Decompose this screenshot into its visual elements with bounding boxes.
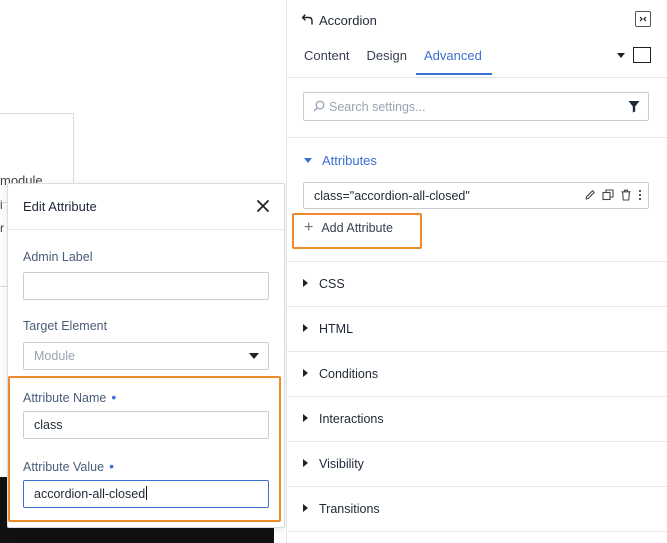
required-dot-icon: • (111, 389, 117, 405)
required-dot-icon: • (109, 458, 114, 474)
collapse-panel-button[interactable] (635, 11, 651, 27)
admin-label-input[interactable] (23, 272, 269, 300)
modal-title: Edit Attribute (23, 199, 97, 214)
attribute-item-actions (584, 189, 642, 201)
caret-down-icon[interactable] (617, 52, 625, 58)
tab-advanced[interactable]: Advanced (416, 48, 492, 75)
duplicate-icon[interactable] (602, 189, 614, 201)
group-conditions[interactable]: Conditions (287, 352, 667, 397)
more-vertical-icon[interactable] (638, 189, 642, 201)
attribute-item[interactable]: class="accordion-all-closed" (303, 182, 649, 209)
close-button[interactable] (252, 195, 274, 217)
tab-design[interactable]: Design (367, 48, 407, 73)
group-interactions[interactable]: Interactions (287, 397, 667, 442)
caret-right-icon (303, 324, 308, 332)
attribute-value-label: Attribute Value • (23, 458, 114, 474)
admin-label-label: Admin Label (23, 250, 93, 264)
search-placeholder: Search settings... (329, 100, 426, 114)
search-row: Search settings... (287, 78, 667, 138)
caret-down-icon (304, 158, 312, 163)
attribute-value-input[interactable]: accordion-all-closed (23, 480, 269, 508)
attribute-item-text: class="accordion-all-closed" (314, 189, 470, 203)
modal-header: Edit Attribute (8, 184, 284, 230)
add-attribute-button[interactable]: + Add Attribute (304, 219, 393, 236)
plus-icon: + (304, 219, 314, 236)
search-input[interactable]: Search settings... (303, 92, 649, 121)
attributes-heading: Attributes (322, 153, 377, 168)
chevron-down-icon (249, 353, 259, 359)
group-label: Visibility (319, 457, 364, 471)
group-visibility[interactable]: Visibility (287, 442, 667, 487)
group-label: CSS (319, 277, 345, 291)
attribute-name-input[interactable]: class (23, 411, 269, 439)
attribute-name-label: Attribute Name • (23, 389, 116, 405)
module-title: Accordion (319, 13, 377, 28)
attributes-section: Attributes class="accordion-all-closed" (287, 138, 667, 262)
settings-panel: Accordion Content Design Advanced Search… (286, 0, 667, 543)
tab-content[interactable]: Content (304, 48, 350, 73)
group-css[interactable]: CSS (287, 262, 667, 307)
caret-right-icon (303, 369, 308, 377)
back-arrow-icon[interactable] (301, 13, 315, 27)
canvas-text-r: r (0, 221, 4, 235)
attribute-value-text: accordion-all-closed (34, 487, 146, 501)
target-element-value: Module (34, 349, 75, 363)
edit-attribute-modal: Edit Attribute Admin Label Target Elemen… (7, 183, 285, 528)
text-cursor (146, 486, 148, 500)
collapse-icon (639, 16, 647, 22)
edit-icon[interactable] (584, 189, 596, 201)
attribute-name-label-text: Attribute Name (23, 391, 107, 405)
caret-right-icon (303, 504, 308, 512)
view-mode-icon[interactable] (633, 47, 651, 63)
panel-header: Accordion Content Design Advanced (287, 0, 667, 78)
group-transitions[interactable]: Transitions (287, 487, 667, 532)
target-element-select[interactable]: Module (23, 342, 269, 370)
settings-tabs: Content Design Advanced (304, 48, 499, 75)
trash-icon[interactable] (620, 189, 632, 201)
group-label: Transitions (319, 502, 380, 516)
close-icon (257, 200, 269, 212)
attribute-value-label-text: Attribute Value (23, 460, 105, 474)
search-icon (313, 100, 325, 112)
group-html[interactable]: HTML (287, 307, 667, 352)
target-element-label: Target Element (23, 319, 108, 333)
group-label: Conditions (319, 367, 379, 381)
tab-tools (617, 47, 651, 63)
group-label: Interactions (319, 412, 384, 426)
group-label: HTML (319, 322, 354, 336)
attributes-toggle[interactable]: Attributes (304, 153, 377, 168)
add-attribute-label: Add Attribute (321, 221, 393, 235)
canvas-text-i: i (0, 198, 3, 212)
caret-right-icon (303, 459, 308, 467)
filter-icon[interactable] (628, 100, 640, 113)
caret-right-icon (303, 414, 308, 422)
caret-right-icon (303, 279, 308, 287)
